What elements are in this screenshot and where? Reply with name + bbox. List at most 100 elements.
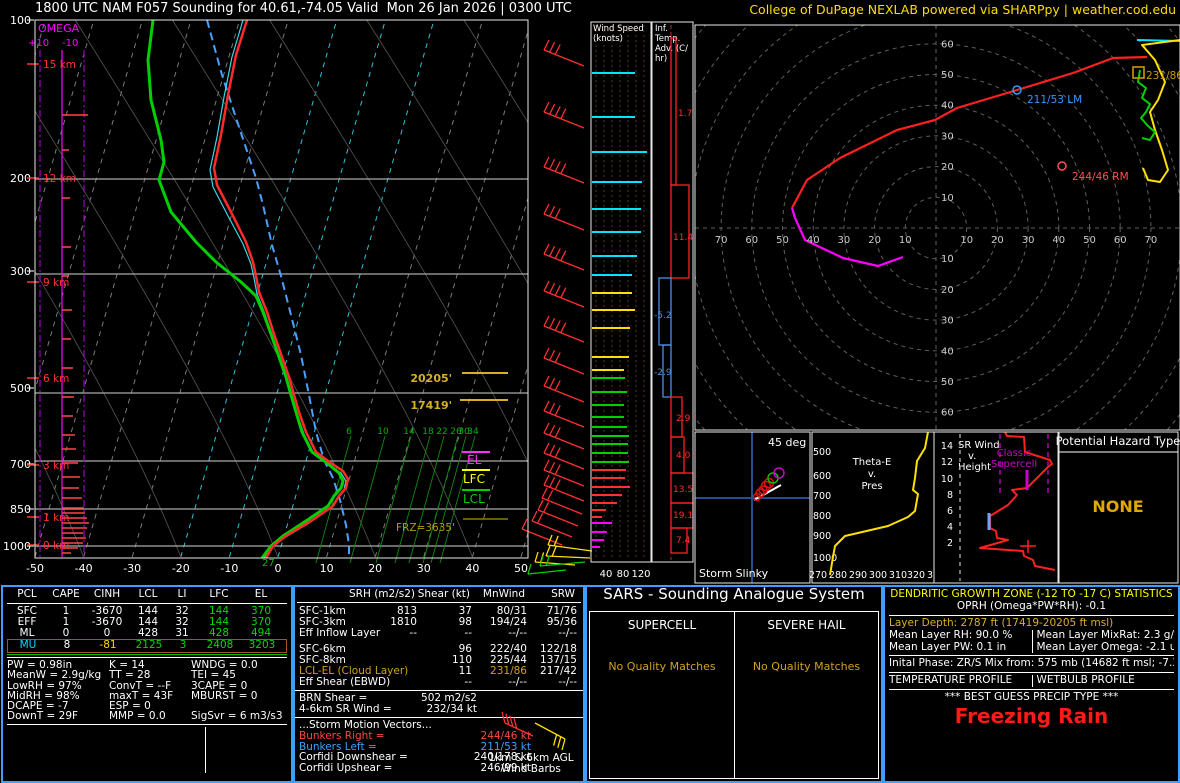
mean-layer-omega: Mean Layer Omega: -2.1 ub/s (1031, 641, 1174, 653)
table-row[interactable]: Eff Inflow Layer -- -- --/-- --/-- (295, 628, 583, 639)
layer-name: Eff Inflow Layer (299, 627, 381, 639)
svg-text:40: 40 (941, 101, 954, 112)
svg-text:10: 10 (899, 235, 912, 246)
svg-text:15 km: 15 km (43, 59, 76, 71)
svg-text:-10: -10 (62, 38, 78, 49)
divider (889, 615, 1174, 616)
stat-value: ConvT = --F (109, 680, 172, 691)
svg-text:20: 20 (368, 562, 382, 575)
stat-value: MeanW = 2.9g/kg (7, 670, 102, 681)
svg-text:17419': 17419' (410, 399, 452, 412)
stat-value: MBURST = 0 (191, 690, 258, 702)
svg-text:8: 8 (947, 490, 953, 501)
svg-text:70: 70 (715, 235, 728, 246)
svg-text:-5.2: -5.2 (654, 311, 672, 321)
svg-text:700: 700 (813, 491, 831, 502)
svg-text:2: 2 (947, 538, 953, 549)
li-value: 31 (175, 627, 189, 639)
sars-columns: SUPERCELL No Quality Matches SEVERE HAIL… (589, 611, 879, 779)
col-header: LI (177, 588, 187, 600)
svg-text:-10: -10 (220, 562, 238, 575)
svg-text:Height: Height (958, 462, 991, 473)
divider (7, 654, 287, 655)
sr-wind-panel: 14 12 10 8 6 4 2 SR Windv.Height ClassicSupercel… (941, 431, 1056, 581)
kv-label: 4-6km SR Wind = (299, 703, 392, 715)
svg-text:Storm Slinky: Storm Slinky (699, 567, 769, 580)
svg-text:244/46 RM: 244/46 RM (1072, 171, 1129, 183)
skewt-background-grid (35, 20, 528, 558)
svg-text:10: 10 (960, 235, 973, 246)
composite-indices (205, 726, 287, 773)
svg-text:50: 50 (514, 562, 528, 575)
mean-layer-rh: Mean Layer RH: 90.0 % (889, 630, 1013, 641)
svg-text:19.1: 19.1 (673, 511, 693, 521)
lapse-rate-line (7, 727, 205, 739)
svg-text:6: 6 (346, 427, 352, 437)
svg-text:FRZ=3635': FRZ=3635' (396, 522, 455, 534)
svg-text:40: 40 (1052, 235, 1065, 246)
hazard-panel: Potential Hazard Type NONE (1056, 434, 1180, 516)
divider (7, 723, 287, 725)
svg-text:Pres: Pres (861, 481, 882, 492)
stat-value: PW = 0.98in (7, 660, 73, 671)
parcel-table-rows: SFC 1 -3670 144 32 144 370 EFF 1 -3670 1… (7, 606, 287, 653)
svg-text:900: 900 (813, 531, 831, 542)
temperature-profile: TEMPERATURE PROFILE P/N: 184.0 / -145.0 … (889, 675, 1032, 687)
mean-layer-mixrat: Mean Layer MixRat: 2.3 g/kg (1031, 630, 1174, 642)
svg-text:Wind Speed: Wind Speed (593, 24, 644, 34)
col-header: PCL (17, 588, 37, 600)
col-header: LFC (209, 588, 229, 600)
svg-text:-40: -40 (75, 562, 93, 575)
svg-text:60: 60 (941, 39, 954, 50)
svg-text:OMEGA: OMEGA (38, 22, 80, 35)
svg-text:30: 30 (838, 235, 851, 246)
parcel-name: ML (19, 627, 35, 639)
table-row[interactable]: MU 8 -81 2125 3 2408 3203 (7, 639, 287, 653)
svg-text:50: 50 (941, 377, 954, 388)
svg-text:7.4: 7.4 (676, 536, 691, 546)
svg-text:20: 20 (941, 285, 954, 296)
stat-value: LowRH = 97% (7, 680, 82, 691)
mnwind-value: --/-- (508, 676, 527, 688)
srw-value: --/-- (558, 676, 577, 688)
precip-type-value: Freezing Rain (954, 703, 1109, 728)
svg-text:50: 50 (941, 70, 954, 81)
lfc-value: 428 (208, 627, 230, 639)
parcel-table-header: PCL CAPE CINH LCL LI LFC EL (7, 589, 287, 604)
dendritic-box: DENDRITIC GROWTH ZONE (-12 TO -17 C) STA… (883, 585, 1180, 783)
svg-text:60: 60 (941, 408, 954, 419)
cinh-value: -81 (99, 639, 117, 651)
wetbulb-profile: WETBULB PROFILE P/N: 175.0 / -152.0 J/kg… (1031, 675, 1175, 687)
svg-text:1.7: 1.7 (678, 109, 692, 119)
svg-text:70: 70 (1145, 235, 1158, 246)
shear-value: -- (464, 627, 472, 639)
stat-value: MidRH = 98% (7, 690, 80, 702)
stat-value: DownT = 29F (7, 711, 79, 722)
svg-text:20: 20 (991, 235, 1004, 246)
sars-column-header: SEVERE HAIL (767, 618, 846, 632)
composite-line (211, 738, 287, 750)
stat-value: ESP = 0 (109, 701, 151, 712)
svg-text:1000: 1000 (3, 540, 31, 553)
svg-text:SR Wind: SR Wind (958, 440, 1000, 451)
sars-box: SARS - Sounding Analogue System SUPERCEL… (585, 585, 883, 783)
shear-table-header: SRH (m2/s2) Shear (kt) MnWind SRW (297, 589, 581, 603)
svg-text:-2.9: -2.9 (654, 368, 672, 378)
table-row[interactable]: ML 0 0 428 31 428 494 (7, 628, 287, 639)
svg-text:10: 10 (941, 254, 954, 265)
svg-text:300: 300 (869, 570, 887, 581)
svg-text:3: 3 (927, 570, 933, 581)
stat-value: maxT = 43F (109, 690, 174, 702)
svg-text:80: 80 (617, 569, 630, 580)
svg-text:4: 4 (947, 522, 953, 533)
col-header: CAPE (52, 588, 80, 600)
table-row[interactable]: Eff Shear (EBWD) -- --/-- --/-- (295, 677, 583, 688)
stat-value: K = 14 (109, 660, 145, 671)
thermo-stats: PW = 0.98in K = 14 WNDG = 0.0 MeanW = 2.… (7, 660, 287, 722)
svg-text:+10: +10 (28, 38, 49, 49)
kv-value: 232/34 kt (426, 703, 477, 715)
divider (889, 672, 1174, 673)
oprh-value: OPRH (Omega*PW*RH): -0.1 (956, 600, 1107, 612)
col-header: CINH (93, 588, 121, 600)
parcel-stats-box: PCL CAPE CINH LCL LI LFC EL SFC 1 -3670 … (1, 585, 293, 783)
